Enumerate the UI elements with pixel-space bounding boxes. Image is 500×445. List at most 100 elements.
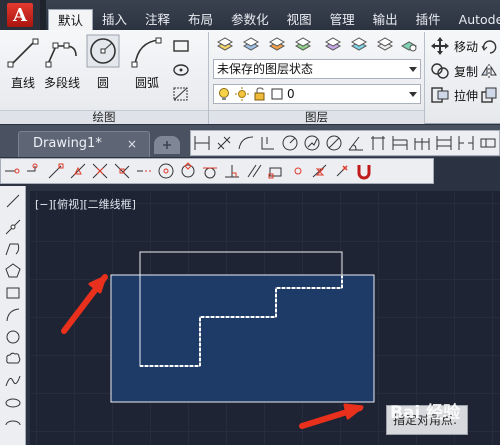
- close-icon[interactable]: ×: [127, 132, 137, 156]
- snap-insert-button[interactable]: [265, 160, 287, 182]
- snap-extension-button[interactable]: [133, 160, 155, 182]
- tab-manage[interactable]: 管理: [321, 9, 364, 30]
- layer-previous-icon: [294, 37, 312, 51]
- baseline-dimension-button[interactable]: [389, 132, 411, 154]
- arc-length-button[interactable]: [235, 132, 257, 154]
- line-icon: [7, 38, 39, 68]
- move-tool[interactable]: 移动: [430, 36, 478, 56]
- spline-icon: [5, 375, 21, 387]
- draw-spline-button[interactable]: [2, 370, 24, 392]
- layers-panel-title[interactable]: 图层: [209, 110, 424, 124]
- tab-insert[interactable]: 插入: [93, 9, 136, 30]
- draw-circle-button[interactable]: [2, 326, 24, 348]
- layer-lock-button[interactable]: [398, 34, 420, 54]
- hatch-tool[interactable]: [170, 60, 192, 80]
- tab-plugins[interactable]: 插件: [407, 9, 450, 30]
- application-menu-button[interactable]: A: [0, 0, 40, 30]
- tab-view[interactable]: 视图: [278, 9, 321, 30]
- snap-none-button[interactable]: [331, 160, 353, 182]
- circle-label: 圆: [96, 76, 109, 90]
- tab-autodesk[interactable]: Autode: [450, 9, 500, 30]
- circle-tool[interactable]: 圆: [86, 34, 120, 91]
- region-tool[interactable]: [170, 84, 192, 104]
- app-menu-dropdown[interactable]: [40, 0, 46, 30]
- snap-perpendicular-button[interactable]: [221, 160, 243, 182]
- layer-state-value: 未保存的图层状态: [217, 62, 314, 76]
- title-bar: A 默认 插入 注释 布局 参数化 视图 管理 输出 插件 Autode: [0, 0, 500, 30]
- layer-isolate-button[interactable]: [322, 34, 344, 54]
- diameter-dimension-icon: [326, 135, 342, 151]
- angular-dimension-button[interactable]: [345, 132, 367, 154]
- ordinate-dimension-button[interactable]: [257, 132, 279, 154]
- snap-from-button[interactable]: [23, 160, 45, 182]
- tab-output[interactable]: 输出: [364, 9, 407, 30]
- layer-off-button[interactable]: [374, 34, 396, 54]
- linear-dimension-button[interactable]: [191, 132, 213, 154]
- tolerance-button[interactable]: [477, 132, 499, 154]
- stretch-tool[interactable]: 拉伸: [430, 85, 478, 105]
- layer-properties-button[interactable]: [214, 34, 236, 54]
- snap-node-button[interactable]: [287, 160, 309, 182]
- snap-insert-icon: [268, 167, 282, 179]
- snap-midpoint-button[interactable]: [67, 160, 89, 182]
- diameter-dimension-button[interactable]: [323, 132, 345, 154]
- tab-parametric[interactable]: 参数化: [222, 9, 278, 30]
- snap-quadrant-icon: [181, 162, 195, 178]
- temporary-track-button[interactable]: [1, 160, 23, 182]
- draw-ellipse-arc-button[interactable]: [2, 414, 24, 436]
- tab-layout[interactable]: 布局: [179, 9, 222, 30]
- draw-rectangle-button[interactable]: [2, 282, 24, 304]
- jogged-dimension-button[interactable]: [301, 132, 323, 154]
- layer-status-icons: 0: [217, 85, 295, 103]
- mirror-tool[interactable]: [478, 61, 500, 81]
- ellipse-icon: [173, 64, 189, 76]
- osnap-settings-button[interactable]: [353, 160, 375, 182]
- layer-freeze-button[interactable]: [348, 34, 370, 54]
- draw-revcloud-button[interactable]: [2, 348, 24, 370]
- snap-parallel-button[interactable]: [243, 160, 265, 182]
- ribbon: 直线 多段线 圆 圆弧 绘图 未保存的图层状态 0 图层 移动 复制 拉伸: [0, 30, 500, 124]
- viewport-controls[interactable]: [−][俯视][二维线框]: [35, 196, 136, 212]
- arc-tool[interactable]: 圆弧: [130, 36, 164, 91]
- rectangle-icon: [173, 40, 189, 52]
- snap-center-button[interactable]: [155, 160, 177, 182]
- continue-dimension-button[interactable]: [411, 132, 433, 154]
- layer-match-button[interactable]: [266, 34, 288, 54]
- layer-state-dropdown[interactable]: 未保存的图层状态: [213, 59, 421, 79]
- snap-tangent-button[interactable]: [199, 160, 221, 182]
- snap-nearest-button[interactable]: [309, 160, 331, 182]
- new-tab-button[interactable]: [154, 136, 180, 154]
- aligned-dimension-button[interactable]: [213, 132, 235, 154]
- tab-annotate[interactable]: 注释: [136, 9, 179, 30]
- draw-panel-title[interactable]: 绘图: [0, 110, 208, 124]
- tab-drawing1[interactable]: Drawing1* ×: [18, 131, 150, 157]
- tab-default[interactable]: 默认: [48, 9, 94, 30]
- snap-intersection-button[interactable]: [89, 160, 111, 182]
- draw-arc-button[interactable]: [2, 304, 24, 326]
- layer-previous-button[interactable]: [292, 34, 314, 54]
- scale-tool[interactable]: [478, 85, 500, 105]
- copy-tool[interactable]: 复制: [430, 61, 478, 81]
- rotate-tool[interactable]: [478, 36, 500, 56]
- layer-state-button[interactable]: [240, 34, 262, 54]
- radius-dimension-button[interactable]: [279, 132, 301, 154]
- snap-endpoint-button[interactable]: [45, 160, 67, 182]
- quick-dimension-button[interactable]: [367, 132, 389, 154]
- line-icon: [6, 194, 20, 208]
- polyline-tool[interactable]: 多段线: [44, 36, 80, 91]
- dimension-space-button[interactable]: [433, 132, 455, 154]
- dimension-break-button[interactable]: [455, 132, 477, 154]
- snap-apparent-intersection-button[interactable]: [111, 160, 133, 182]
- draw-polyline-button[interactable]: [2, 238, 24, 260]
- draw-ellipse-button[interactable]: [2, 392, 24, 414]
- snap-quadrant-button[interactable]: [177, 160, 199, 182]
- current-layer-dropdown[interactable]: 0: [213, 84, 421, 104]
- draw-polygon-button[interactable]: [2, 260, 24, 282]
- stretch-icon: [431, 87, 449, 103]
- linear-dimension-icon: [194, 136, 210, 150]
- rectangle-tool[interactable]: [170, 36, 192, 56]
- draw-line-button[interactable]: [2, 190, 24, 212]
- draw-construction-line-button[interactable]: [2, 216, 24, 238]
- line-tool[interactable]: 直线: [6, 36, 40, 91]
- layer-freeze-icon: [350, 37, 368, 51]
